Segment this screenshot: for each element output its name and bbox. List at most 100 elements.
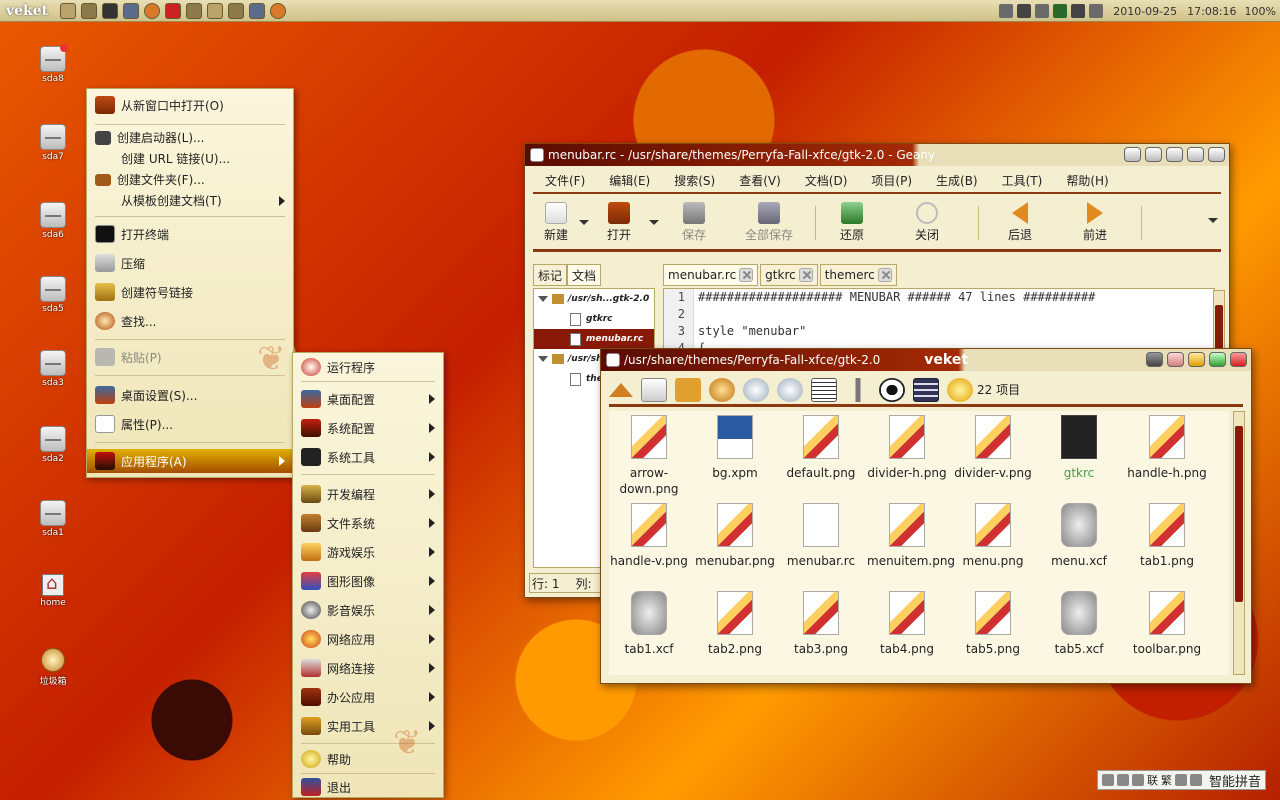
maximize-button[interactable] <box>1209 352 1226 367</box>
file-item[interactable]: divider-h.png <box>867 415 947 481</box>
bookmark-icon[interactable] <box>675 377 701 402</box>
close-button[interactable] <box>1230 352 1247 367</box>
drive-icon[interactable]: sda5 <box>30 276 76 314</box>
games-item[interactable]: 游戏娱乐 <box>293 539 443 565</box>
file-item[interactable]: tab1.xcf <box>609 591 689 657</box>
list-view-icon[interactable] <box>811 377 837 402</box>
network-icon[interactable] <box>1035 4 1050 18</box>
traditional-toggle[interactable]: 繁 <box>1161 772 1172 788</box>
expander-icon[interactable] <box>538 296 548 302</box>
menu-search[interactable]: 搜索(S) <box>662 172 727 189</box>
file-item[interactable]: menubar.png <box>695 503 775 569</box>
menu-project[interactable]: 项目(P) <box>859 172 924 189</box>
applications-item[interactable]: 应用程序(A) <box>87 449 293 473</box>
drive-icon[interactable]: sda6 <box>30 202 76 240</box>
logo[interactable]: veket <box>0 3 54 19</box>
drive-icon[interactable]: sda3 <box>30 350 76 388</box>
forward-button[interactable]: 前进 <box>1055 198 1135 243</box>
detail-view-icon[interactable] <box>913 377 939 402</box>
mail-icon[interactable] <box>165 2 182 19</box>
file-item[interactable]: handle-v.png <box>609 503 689 569</box>
menu-button[interactable] <box>1146 352 1163 367</box>
file-item[interactable]: bg.xpm <box>695 415 775 481</box>
file-item[interactable]: gtkrc <box>1039 415 1119 481</box>
file-item[interactable]: tab5.png <box>953 591 1033 657</box>
thermometer-icon[interactable] <box>999 4 1014 18</box>
menu-help[interactable]: 帮助(H) <box>1054 172 1120 189</box>
close-button[interactable] <box>1208 147 1225 162</box>
doc-tab[interactable]: gtkrc <box>760 264 818 286</box>
clock-time[interactable]: 17:08:16 <box>1187 5 1236 18</box>
home-folder[interactable]: home <box>30 573 76 608</box>
zoom-out-icon[interactable] <box>777 377 803 402</box>
title-bar[interactable]: menubar.rc - /usr/share/themes/Perryfa-F… <box>525 144 1229 166</box>
file-item[interactable]: menu.png <box>953 503 1033 569</box>
create-from-template-item[interactable]: 从模板创建文档(T) <box>87 190 293 211</box>
minimize-button[interactable] <box>1166 147 1183 162</box>
up-arrow-icon[interactable] <box>609 382 633 397</box>
compress-item[interactable]: 压缩 <box>87 251 293 275</box>
battery-icon[interactable] <box>1053 4 1068 18</box>
file-item[interactable]: tab3.png <box>781 591 861 657</box>
new-dropdown-icon[interactable] <box>579 220 589 225</box>
file-item[interactable]: menubar.rc <box>781 503 861 569</box>
show-hidden-icon[interactable] <box>879 377 905 402</box>
clock-date[interactable]: 2010-09-25 <box>1113 5 1177 18</box>
properties-item[interactable]: 属性(P)... <box>87 412 293 436</box>
office-item[interactable]: 办公应用 <box>293 684 443 710</box>
tab-symbols[interactable]: 标记 <box>533 264 568 286</box>
folder-icon[interactable] <box>228 2 245 19</box>
menu-document[interactable]: 文档(D) <box>793 172 860 189</box>
file-item[interactable]: menu.xcf <box>1039 503 1119 569</box>
drive-icon[interactable]: sda8 <box>30 44 76 84</box>
file-item[interactable]: handle-h.png <box>1127 415 1207 481</box>
create-folder-item[interactable]: 创建文件夹(F)... <box>87 169 293 190</box>
association-toggle[interactable]: 联 <box>1147 772 1158 788</box>
create-url-link-item[interactable]: 创建 URL 链接(U)... <box>87 148 293 169</box>
open-terminal-item[interactable]: 打开终端 <box>87 222 293 246</box>
open-dropdown-icon[interactable] <box>649 220 659 225</box>
desktop-settings-item[interactable]: 桌面设置(S)... <box>87 383 293 407</box>
refresh-icon[interactable] <box>709 377 735 402</box>
tree-file-selected[interactable]: menubar.rc <box>534 329 654 349</box>
tab-close-icon[interactable] <box>798 268 813 282</box>
help-icon[interactable] <box>947 377 973 402</box>
development-item[interactable]: 开发编程 <box>293 481 443 507</box>
drive-icon[interactable]: sda2 <box>30 426 76 464</box>
home-icon[interactable] <box>641 377 667 402</box>
file-item[interactable]: default.png <box>781 415 861 481</box>
internet-item[interactable]: 网络应用 <box>293 626 443 652</box>
file-item[interactable]: tab1.png <box>1127 503 1207 569</box>
home-icon[interactable] <box>81 2 98 19</box>
tab-close-icon[interactable] <box>877 268 892 282</box>
file-manager-icon[interactable] <box>60 2 77 19</box>
create-launcher-item[interactable]: 创建启动器(L)... <box>87 127 293 148</box>
graphics-item[interactable]: 图形图像 <box>293 568 443 594</box>
tree-folder[interactable]: /usr/sh...gtk-2.0 <box>534 289 654 309</box>
expander-icon[interactable] <box>538 356 548 362</box>
find-item[interactable]: 查找... <box>87 309 293 333</box>
lock-icon[interactable] <box>1174 774 1187 786</box>
keyboard-icon[interactable] <box>1189 774 1202 786</box>
file-item[interactable]: toolbar.png <box>1127 591 1207 657</box>
multimedia-item[interactable]: 影音娱乐 <box>293 597 443 623</box>
menu-view[interactable]: 查看(V) <box>727 172 793 189</box>
display-icon[interactable] <box>1089 4 1104 18</box>
desktop-config-item[interactable]: 桌面配置 <box>293 386 443 412</box>
settings-icon[interactable] <box>186 2 203 19</box>
close-doc-button[interactable]: 关闭 <box>882 198 972 243</box>
title-bar[interactable]: /usr/share/themes/Perryfa-Fall-xfce/gtk-… <box>601 349 1251 371</box>
scrollbar-thumb[interactable] <box>1235 426 1243 602</box>
tab-close-icon[interactable] <box>739 268 754 282</box>
file-item[interactable]: tab2.png <box>695 591 775 657</box>
terminal-icon[interactable] <box>102 2 119 19</box>
zoom-in-icon[interactable] <box>743 377 769 402</box>
stick-button[interactable] <box>1167 352 1184 367</box>
revert-button[interactable]: 还原 <box>822 198 882 243</box>
run-program-item[interactable]: 运行程序 <box>293 355 443 379</box>
open-new-window-item[interactable]: 从新窗口中打开(O) <box>87 94 293 116</box>
toolbar-overflow-icon[interactable] <box>1208 218 1218 223</box>
browser-icon[interactable] <box>144 2 161 19</box>
filesystem-item[interactable]: 文件系统 <box>293 510 443 536</box>
screenshot-icon[interactable] <box>249 2 266 19</box>
